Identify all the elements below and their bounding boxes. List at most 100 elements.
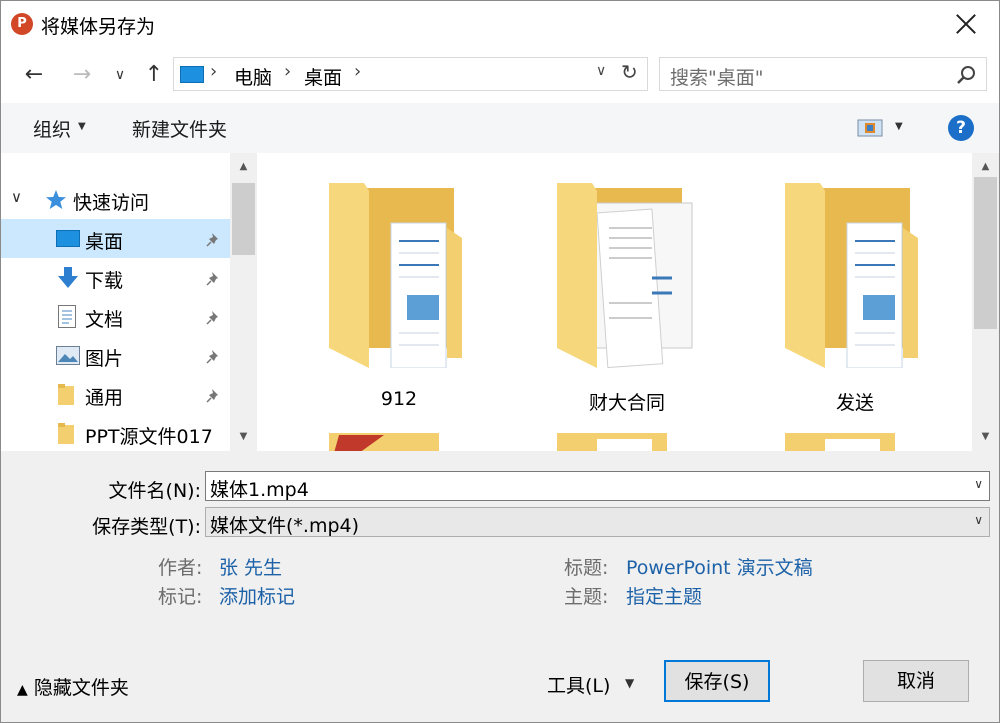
breadcrumb-desktop[interactable]: 桌面 — [304, 63, 342, 90]
address-bar[interactable]: › 电脑 › 桌面 › ∨ ↻ — [173, 57, 648, 91]
sidebar-item-label: 图片 — [85, 348, 124, 370]
folder-icon — [329, 183, 462, 368]
title-bar: P 将媒体另存为 — [1, 1, 999, 47]
folder-icon[interactable] — [785, 431, 895, 451]
author-value[interactable]: 张 先生 — [219, 553, 282, 580]
document-icon — [58, 305, 76, 328]
change-view-icon[interactable] — [857, 119, 883, 137]
pin-icon[interactable] — [206, 309, 222, 325]
organize-button[interactable]: 组织 — [33, 115, 71, 142]
hide-folders-label: 隐藏文件夹 — [33, 677, 129, 699]
chevron-right-icon[interactable]: › — [284, 61, 291, 82]
tools-button[interactable]: 工具(L) — [547, 671, 610, 698]
folder-icon — [58, 384, 74, 405]
sidebar-item-label: 桌面 — [85, 231, 124, 253]
save-options-panel: 文件名(N): 媒体1.mp4 ∨ 保存类型(T): 媒体文件(*.mp4) ∨… — [1, 451, 999, 722]
computer-icon — [180, 66, 204, 83]
caret-down-icon[interactable]: ▼ — [78, 121, 86, 132]
folder-item-send[interactable]: 发送 — [785, 168, 925, 414]
sidebar-item-label: 下载 — [85, 270, 124, 292]
search-input[interactable]: 搜索"桌面" — [659, 57, 987, 91]
subject-label: 主题: — [564, 586, 609, 608]
sidebar-item-desktop[interactable]: 桌面 — [1, 219, 230, 258]
author-label: 作者: — [158, 557, 203, 579]
dialog-title: 将媒体另存为 — [41, 16, 156, 38]
folder-item-912[interactable]: 912 — [329, 168, 469, 410]
navigation-scrollbar[interactable]: ▲ ▼ — [230, 153, 257, 451]
sidebar-item-label: 文档 — [85, 309, 124, 331]
star-icon — [46, 190, 66, 209]
caret-down-icon[interactable]: ▼ — [625, 676, 634, 690]
chevron-down-icon[interactable]: ∨ — [974, 513, 983, 527]
close-button[interactable] — [951, 9, 981, 39]
folder-icon — [58, 423, 74, 444]
pin-icon[interactable] — [206, 231, 222, 247]
quick-access-label: 快速访问 — [73, 192, 150, 214]
chevron-down-icon[interactable]: ∨ — [11, 188, 22, 206]
cancel-button[interactable]: 取消 — [863, 660, 969, 702]
address-history-dropdown[interactable]: ∨ — [596, 63, 606, 79]
save-media-dialog: P 将媒体另存为 ← → ∨ ↑ › 电脑 › 桌面 › ∨ ↻ 搜索"桌面" … — [0, 0, 1000, 723]
file-list: 912 财大合同 发送 — [257, 153, 972, 451]
sidebar-item-label: PPT源文件017 — [85, 426, 213, 448]
chevron-right-icon[interactable]: › — [210, 61, 217, 82]
folder-name: 财大合同 — [588, 392, 665, 414]
sidebar-item-pictures[interactable]: 图片 — [1, 336, 230, 375]
chevron-right-icon[interactable]: › — [354, 61, 361, 82]
tags-label: 标记: — [158, 586, 203, 608]
search-placeholder: 搜索"桌面" — [670, 67, 764, 89]
desktop-icon — [56, 230, 80, 247]
back-button[interactable]: ← — [21, 61, 47, 89]
download-icon — [58, 267, 78, 288]
title-label: 标题: — [564, 557, 609, 579]
navigation-pane: ∨ 快速访问 桌面 下载 文档 图片 通用 PPT源文件017 ▲ ▼ — [1, 153, 257, 451]
pin-icon[interactable] — [206, 387, 222, 403]
new-folder-button[interactable]: 新建文件夹 — [132, 115, 227, 142]
scrollbar-thumb[interactable] — [974, 177, 997, 329]
quick-access-node[interactable]: ∨ 快速访问 — [1, 180, 230, 219]
scrollbar-thumb[interactable] — [232, 183, 255, 255]
tags-value[interactable]: 添加标记 — [219, 582, 295, 609]
breadcrumb-pc[interactable]: 电脑 — [234, 63, 272, 90]
pictures-icon — [56, 346, 80, 365]
filename-field[interactable]: 媒体1.mp4 ∨ — [205, 471, 990, 501]
filename-value: 媒体1.mp4 — [210, 479, 309, 501]
navigation-bar: ← → ∨ ↑ › 电脑 › 桌面 › ∨ ↻ 搜索"桌面" — [1, 47, 999, 103]
pin-icon[interactable] — [206, 348, 222, 364]
hide-folders-button[interactable]: ▲ 隐藏文件夹 — [17, 673, 129, 700]
save-button[interactable]: 保存(S) — [664, 660, 770, 702]
scroll-up-arrow-icon[interactable]: ▲ — [972, 155, 999, 179]
folder-icon — [785, 183, 918, 368]
sidebar-item-ppt-source[interactable]: PPT源文件017 — [1, 414, 230, 453]
folder-item-contract[interactable]: 财大合同 — [557, 168, 697, 414]
refresh-icon[interactable]: ↻ — [621, 60, 638, 84]
help-button[interactable]: ? — [948, 115, 974, 141]
subject-value[interactable]: 指定主题 — [626, 582, 702, 609]
sidebar-item-general[interactable]: 通用 — [1, 375, 230, 414]
filetype-select[interactable]: 媒体文件(*.mp4) ∨ — [205, 507, 990, 537]
scroll-down-arrow-icon[interactable]: ▼ — [972, 425, 999, 449]
search-icon[interactable] — [956, 65, 976, 85]
sidebar-item-downloads[interactable]: 下载 — [1, 258, 230, 297]
title-value[interactable]: PowerPoint 演示文稿 — [626, 553, 813, 580]
up-button[interactable]: ↑ — [141, 61, 167, 89]
sidebar-item-label: 通用 — [85, 387, 124, 409]
content-scrollbar[interactable]: ▲ ▼ — [972, 153, 999, 451]
folder-name: 发送 — [835, 392, 874, 414]
filetype-label: 保存类型(T): — [92, 516, 201, 538]
powerpoint-icon: P — [11, 13, 33, 35]
forward-button[interactable]: → — [69, 61, 95, 89]
filetype-value: 媒体文件(*.mp4) — [210, 515, 360, 537]
scroll-down-arrow-icon[interactable]: ▼ — [230, 425, 257, 449]
command-toolbar: 组织 ▼ 新建文件夹 ▼ ? — [1, 103, 999, 153]
scroll-up-arrow-icon[interactable]: ▲ — [230, 155, 257, 179]
folder-name: 912 — [380, 388, 418, 410]
chevron-down-icon[interactable]: ∨ — [974, 477, 983, 491]
caret-down-icon[interactable]: ▼ — [895, 121, 903, 132]
recent-locations-button[interactable]: ∨ — [107, 61, 133, 89]
chevron-up-icon: ▲ — [17, 682, 28, 698]
folder-icon[interactable] — [557, 431, 667, 451]
sidebar-item-documents[interactable]: 文档 — [1, 297, 230, 336]
folder-icon[interactable] — [329, 431, 439, 451]
pin-icon[interactable] — [206, 270, 222, 286]
